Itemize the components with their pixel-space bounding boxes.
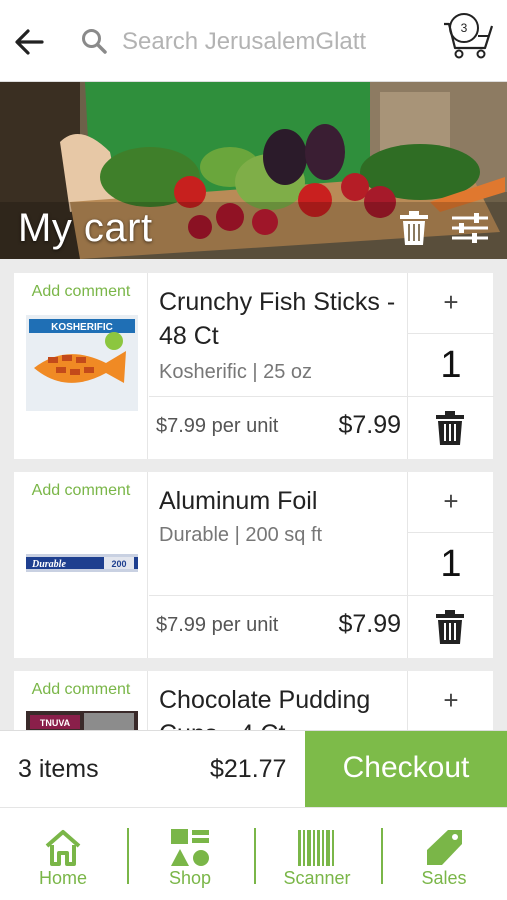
remove-item-button[interactable] — [408, 396, 494, 459]
cart-item: Add comment TNUVA Chocolate Pudding Cups… — [14, 671, 493, 730]
back-button[interactable] — [12, 24, 48, 60]
home-icon — [45, 830, 81, 866]
nav-item-sales[interactable]: Sales — [381, 808, 507, 900]
item-info: Chocolate Pudding Cups - 4 Ct — [149, 671, 407, 730]
sale-tag-icon — [427, 830, 462, 865]
nav-item-scanner[interactable]: Scanner — [254, 808, 380, 900]
line-total: $7.99 — [338, 610, 401, 638]
nav-label-shop: Shop — [168, 868, 212, 888]
clear-cart-button[interactable] — [397, 210, 431, 246]
cart-list[interactable]: Add comment KOSHERIFIC Crunchy Fish Stic… — [0, 259, 507, 730]
product-brand-size: Durable | 200 sq ft — [159, 524, 323, 546]
nav-label-scanner: Scanner — [283, 868, 351, 888]
sliders-icon — [452, 213, 488, 243]
quantity-controls: + 1 — [407, 273, 494, 459]
quantity-value: 1 — [440, 543, 462, 585]
product-brand-size: Kosherific | 25 oz — [159, 361, 313, 383]
shop-icon — [171, 829, 209, 866]
nav-label-home: Home — [38, 868, 87, 888]
item-image-column: Add comment KOSHERIFIC — [14, 273, 148, 459]
trash-icon — [436, 610, 464, 644]
svg-text:200: 200 — [111, 559, 126, 569]
add-comment-link[interactable]: Add comment — [14, 283, 148, 301]
cart-count-badge: 3 — [460, 21, 468, 35]
price-row: $7.99 per unit $7.99 — [149, 396, 407, 459]
svg-text:Durable: Durable — [31, 559, 66, 570]
filter-button[interactable] — [450, 212, 490, 244]
checkout-bar: 3 items $21.77 Checkout — [0, 730, 507, 808]
page-title: My cart — [18, 206, 153, 250]
quantity-controls: + — [407, 671, 493, 730]
price-row: $7.99 per unit $7.99 — [149, 595, 407, 658]
hero-banner: My cart — [0, 82, 507, 259]
increase-quantity-button[interactable]: + — [408, 671, 494, 730]
cart-item: Add comment KOSHERIFIC Crunchy Fish Stic… — [14, 273, 494, 459]
item-image-column: Add comment TNUVA — [14, 671, 148, 730]
checkout-button[interactable]: Checkout — [305, 731, 507, 808]
quantity-value: 1 — [440, 344, 462, 386]
nav-item-shop[interactable]: Shop — [127, 808, 253, 900]
product-name[interactable]: Chocolate Pudding Cups - 4 Ct — [159, 683, 403, 730]
fish-sticks-box-image: KOSHERIFIC — [26, 315, 138, 411]
item-info: Aluminum Foil Durable | 200 sq ft $7.99 … — [149, 472, 407, 658]
nav-item-home[interactable]: Home — [0, 808, 126, 900]
nav-label-sales: Sales — [421, 868, 467, 888]
add-comment-link[interactable]: Add comment — [14, 482, 148, 500]
back-arrow-icon — [15, 29, 44, 55]
unit-price: $7.99 per unit — [156, 415, 279, 437]
line-total: $7.99 — [338, 411, 401, 439]
increase-quantity-button[interactable]: + — [408, 472, 494, 533]
search-icon — [80, 27, 108, 55]
items-count: 3 items — [18, 755, 99, 783]
quantity-controls: + 1 — [407, 472, 494, 658]
svg-text:TNUVA: TNUVA — [40, 718, 71, 728]
cart-button[interactable]: 3 — [441, 10, 497, 60]
product-name[interactable]: Crunchy Fish Sticks - 48 Ct — [159, 285, 403, 353]
cart-item: Add comment Durable 200 Aluminum Foil Du… — [14, 472, 494, 658]
increase-quantity-button[interactable]: + — [408, 273, 494, 334]
item-info: Crunchy Fish Sticks - 48 Ct Kosherific |… — [149, 273, 407, 459]
unit-price: $7.99 per unit — [156, 614, 279, 636]
cart-total: $21.77 — [210, 755, 287, 783]
pudding-cups-pack-image: TNUVA — [26, 711, 138, 730]
barcode-icon — [298, 830, 334, 866]
remove-item-button[interactable] — [408, 595, 494, 658]
item-image-column: Add comment Durable 200 — [14, 472, 148, 658]
add-comment-link[interactable]: Add comment — [14, 681, 148, 699]
bottom-nav: Home Shop Scanner Sales — [0, 807, 507, 900]
top-bar: 3 — [0, 0, 507, 82]
aluminum-foil-box-image: Durable 200 — [26, 554, 138, 572]
trash-icon — [436, 411, 464, 445]
svg-text:KOSHERIFIC: KOSHERIFIC — [51, 322, 113, 333]
search-input[interactable] — [122, 22, 377, 62]
product-name[interactable]: Aluminum Foil — [159, 484, 403, 518]
trash-icon — [400, 211, 428, 245]
